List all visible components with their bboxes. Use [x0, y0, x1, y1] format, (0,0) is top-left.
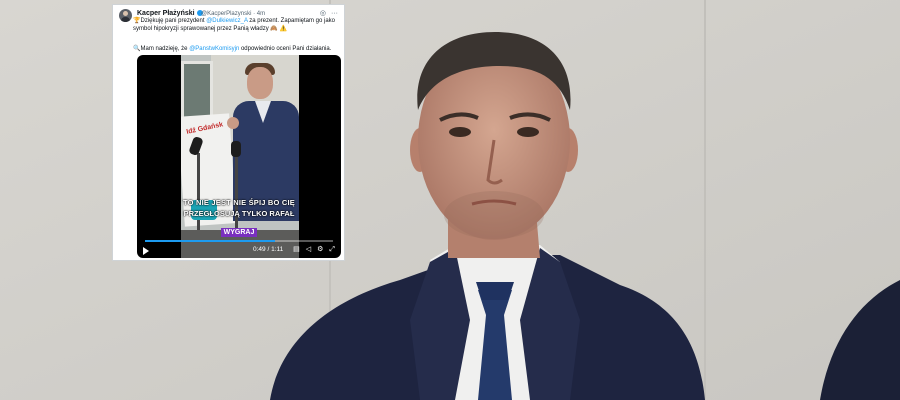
mention-link: @PanstwKomisyjn	[189, 46, 240, 52]
tweet-header-icons: ◎ ···	[315, 9, 338, 17]
grok-icon: ◎	[319, 10, 326, 17]
stubble	[444, 191, 544, 239]
subtitle-line-1: TO NIE JEST NIE ŚPIJ BO CIĘ	[183, 198, 295, 207]
subtitle-line-3-wrap: WYGRAJ	[137, 221, 341, 239]
video-person-hand	[227, 117, 239, 129]
captions-icon[interactable]: ▤	[293, 246, 300, 253]
video-progress-bar[interactable]	[145, 240, 333, 242]
tweet-time: · 4m	[253, 10, 266, 17]
author-name: Kacper Płażyński	[137, 10, 203, 17]
tie-knot	[476, 282, 514, 300]
eye-right	[517, 127, 539, 137]
play-icon[interactable]	[143, 247, 149, 255]
avatar	[119, 9, 132, 22]
video-player: Idź Gdańsk TO NIE JEST NIE ŚPIJ BO CIĘ P…	[137, 55, 341, 258]
handle-and-time: @KacperPlazynski · 4m	[201, 11, 265, 17]
more-icon: ···	[331, 10, 338, 17]
warning-emoji: ⚠️	[279, 26, 288, 32]
tweet-text-second: 🔍Mam nadzieję, że @PanstwKomisyjn odpowi…	[133, 46, 332, 52]
video-controls: 0:49 / 1:11 ▤ ◁ ⚙ ⤢	[137, 245, 341, 257]
fullscreen-icon[interactable]: ⤢	[329, 246, 335, 253]
volume-icon[interactable]: ◁	[306, 246, 311, 253]
tweet-card: Kacper Płażyński @KacperPlazynski · 4m ◎…	[112, 4, 345, 261]
banner-text: Idź Gdańsk	[185, 121, 224, 136]
microphone-icon	[231, 141, 241, 157]
video-person-head	[247, 67, 273, 99]
eye-left	[449, 127, 471, 137]
subtitle-line-3: WYGRAJ	[220, 228, 258, 237]
author-handle: @KacperPlazynski	[201, 10, 252, 17]
video-time: 0:49 / 1:11	[253, 246, 284, 253]
video-control-icons: ▤ ◁ ⚙ ⤢	[287, 245, 335, 254]
video-progress-fill	[145, 240, 275, 242]
tweet-text: 🏆Dziękuję pani prezydent @Dulkiewicz_A z…	[133, 18, 336, 32]
subtitle-line-2: PRZEGŁOSUJĄ TYLKO RAFAŁ	[183, 209, 295, 218]
mention-link: @Dulkiewicz_A	[206, 18, 248, 24]
settings-icon[interactable]: ⚙	[317, 246, 323, 253]
monkey-emoji: 🙈	[270, 26, 278, 32]
